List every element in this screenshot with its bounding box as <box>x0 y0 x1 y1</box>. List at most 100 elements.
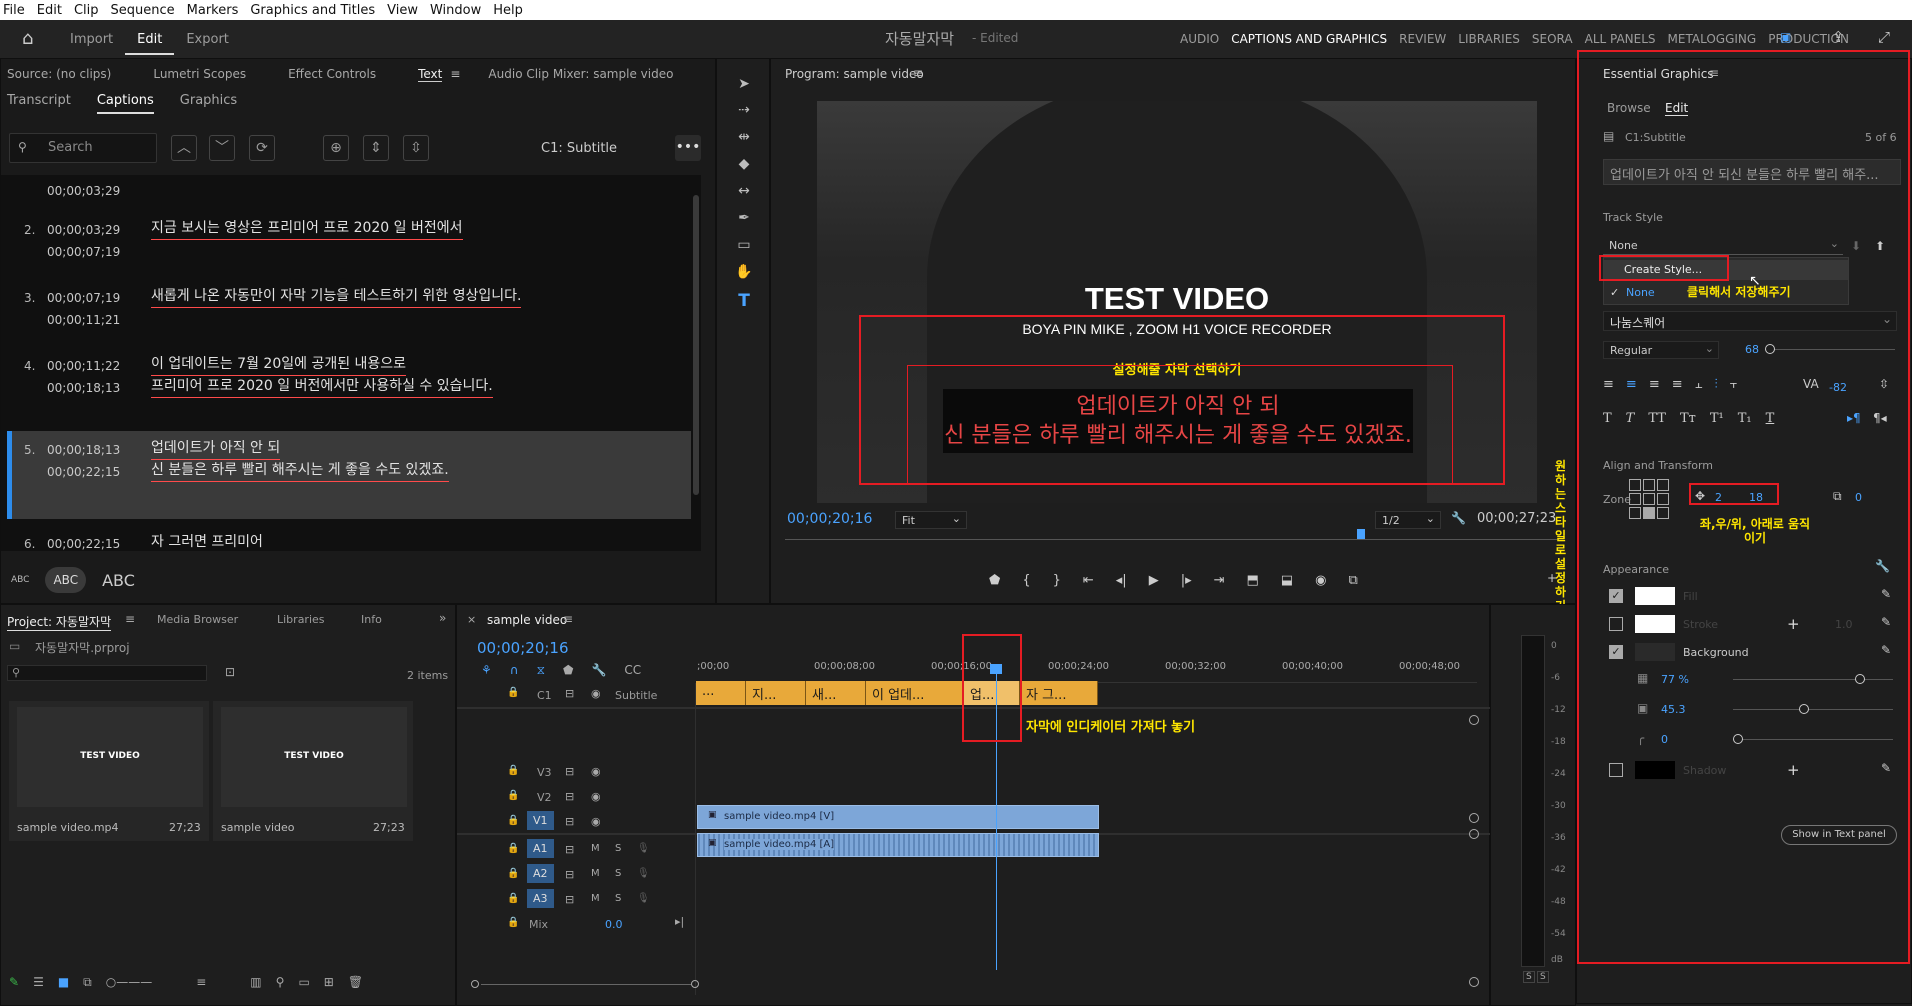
mute-icon[interactable]: M <box>591 893 600 904</box>
marker-icon[interactable]: ⬟ <box>563 663 573 678</box>
project-search[interactable]: ⚲ <box>7 665 207 681</box>
pen-tool-icon[interactable]: ✒ <box>733 210 755 232</box>
lock-icon[interactable]: 🔒 <box>507 917 519 928</box>
prev-caption-button[interactable]: ︿ <box>171 135 197 161</box>
ws-audio[interactable]: AUDIO <box>1180 32 1219 46</box>
ws-metalogging[interactable]: METALOGGING <box>1668 32 1757 46</box>
mute-icon[interactable]: M <box>591 843 600 854</box>
caption-clip-2[interactable]: 지... <box>746 681 806 705</box>
film-icon[interactable]: ⊟ <box>565 893 574 906</box>
add-button-icon[interactable]: + <box>1547 571 1557 585</box>
sort-icon[interactable]: ≡ <box>196 975 206 990</box>
icon-view-icon[interactable]: ■ <box>58 975 69 990</box>
next-caption-button[interactable]: ﹀ <box>209 135 235 161</box>
split-caption-button[interactable]: ⇕ <box>363 135 389 161</box>
tab-info[interactable]: Info <box>361 613 382 626</box>
playhead-marker[interactable] <box>1357 529 1365 539</box>
tab-import[interactable]: Import <box>58 32 125 47</box>
lock-icon[interactable]: 🔒 <box>507 815 519 826</box>
lock-icon[interactable]: 🔒 <box>507 868 519 879</box>
automate-icon[interactable]: ▥ <box>250 975 261 990</box>
tab-export[interactable]: Export <box>174 32 241 47</box>
bin-icon[interactable]: ⊡ <box>225 665 235 679</box>
fullscreen-icon[interactable]: ⤢ <box>1878 28 1890 46</box>
solo-left-button[interactable]: S <box>1523 971 1535 983</box>
menu-markers[interactable]: Markers <box>184 3 248 18</box>
film-icon[interactable]: ⊟ <box>565 687 574 700</box>
go-to-end-icon[interactable]: ▸| <box>675 915 684 928</box>
caption-text[interactable]: 새롭게 나온 자동만이 자막 기능을 테스트하기 위한 영상입니다. <box>151 285 522 308</box>
ripple-edit-icon[interactable]: ⇹ <box>733 129 755 151</box>
timeline-timecode[interactable]: 00;00;20;16 <box>477 639 569 657</box>
tab-libraries[interactable]: Libraries <box>277 613 325 626</box>
track-v1[interactable]: V1 <box>527 811 554 830</box>
program-menu-icon[interactable]: ≡ <box>913 66 923 80</box>
caption-clip-1[interactable]: ... <box>696 681 746 705</box>
solo-right-button[interactable]: S <box>1537 971 1549 983</box>
program-scrubber[interactable] <box>785 539 1557 540</box>
horizontal-scrollbar[interactable] <box>471 977 1391 991</box>
search-input[interactable]: Search <box>48 140 93 155</box>
menu-view[interactable]: View <box>384 3 427 18</box>
list-view-icon[interactable]: ☰ <box>33 975 44 990</box>
menu-edit[interactable]: Edit <box>34 3 71 18</box>
snap-icon[interactable]: ∩ <box>510 663 519 678</box>
caption-clip-3[interactable]: 새... <box>806 681 866 705</box>
film-icon[interactable]: ⊟ <box>565 843 574 856</box>
freeform-view-icon[interactable]: ⧉ <box>83 975 92 990</box>
mic-icon[interactable]: 🎙 <box>637 868 650 879</box>
wrench-icon[interactable]: 🔧 <box>1451 511 1466 525</box>
replace-button[interactable]: ⟳ <box>249 135 275 161</box>
rectangle-tool-icon[interactable]: ▭ <box>733 237 755 259</box>
share-icon[interactable]: ⇪ <box>1832 28 1845 46</box>
selection-tool-icon[interactable]: ➤ <box>733 76 755 98</box>
case-lower-button[interactable]: ABC <box>11 575 29 585</box>
film-icon[interactable]: ⊟ <box>565 765 574 778</box>
caption-text-line2[interactable]: 프리미어 프로 2020 일 버전에서만 사용하실 수 있습니다. <box>151 375 493 398</box>
play-icon[interactable]: ▶ <box>1149 573 1159 588</box>
caption-text[interactable]: 이 업데이트는 7월 20일에 공개된 내용으로 <box>151 353 407 376</box>
caption-text[interactable]: 자 그러면 프리미어 <box>151 531 263 551</box>
lock-icon[interactable]: 🔒 <box>507 687 519 698</box>
mix-value[interactable]: 0.0 <box>605 918 623 931</box>
lift-icon[interactable]: ⬒ <box>1247 573 1259 588</box>
project-item-1[interactable]: TEST VIDEO sample video.mp4 27;23 <box>9 701 209 841</box>
lock-icon[interactable]: 🔒 <box>507 790 519 801</box>
v1-clip[interactable]: ▣ sample video.mp4 [V] <box>697 805 1099 829</box>
ws-seora[interactable]: SEORA <box>1532 32 1573 46</box>
ws-allpanels[interactable]: ALL PANELS <box>1585 32 1656 46</box>
mic-icon[interactable]: 🎙 <box>637 893 650 904</box>
mic-icon[interactable]: 🎙 <box>637 843 650 854</box>
new-item-icon[interactable]: ⊞ <box>324 975 334 990</box>
go-to-in-icon[interactable]: ⇤ <box>1083 573 1094 588</box>
workspace-menu-icon[interactable]: ▣ <box>1780 30 1791 44</box>
export-frame-icon[interactable]: ◉ <box>1315 573 1326 588</box>
resolution-select[interactable]: 1/2 ⌄ <box>1375 511 1441 529</box>
caption-clip-6[interactable]: 자 그... <box>1020 681 1098 705</box>
zoom-slider-icon[interactable]: ○——— <box>106 975 152 990</box>
menu-clip[interactable]: Clip <box>71 3 108 18</box>
ws-libraries[interactable]: LIBRARIES <box>1458 32 1520 46</box>
timeline-menu-icon[interactable]: ≡ <box>563 612 573 626</box>
merge-caption-button[interactable]: ⇳ <box>403 135 429 161</box>
caption-text[interactable]: 업데이트가 아직 안 되 <box>151 437 281 460</box>
nest-icon[interactable]: ⚘ <box>481 663 492 678</box>
solo-icon[interactable]: S <box>615 893 621 904</box>
solo-icon[interactable]: S <box>615 868 621 879</box>
track-select-icon[interactable]: ⇢ <box>733 102 755 124</box>
step-forward-icon[interactable]: |▸ <box>1181 573 1192 588</box>
caption-row-5-selected[interactable]: 5. 00;00;18;13 00;00;22;15 업데이트가 아직 안 되 … <box>7 431 691 519</box>
close-icon[interactable]: × <box>467 613 476 626</box>
film-icon[interactable]: ⊟ <box>565 790 574 803</box>
slip-tool-icon[interactable]: ↔ <box>733 183 755 205</box>
case-mixed-button[interactable]: ABC <box>45 567 87 593</box>
film-icon[interactable]: ⊟ <box>565 815 574 828</box>
more-options-button[interactable]: ••• <box>675 135 701 161</box>
ws-review[interactable]: REVIEW <box>1399 32 1446 46</box>
menu-sequence[interactable]: Sequence <box>108 3 184 18</box>
eye-icon[interactable]: ◉ <box>591 790 601 803</box>
project-menu-icon[interactable]: ≡ <box>125 612 135 626</box>
tab-project[interactable]: Project: 자동말자막 <box>7 613 112 631</box>
mute-icon[interactable]: M <box>591 868 600 879</box>
tab-source[interactable]: Source: (no clips) <box>7 67 111 82</box>
